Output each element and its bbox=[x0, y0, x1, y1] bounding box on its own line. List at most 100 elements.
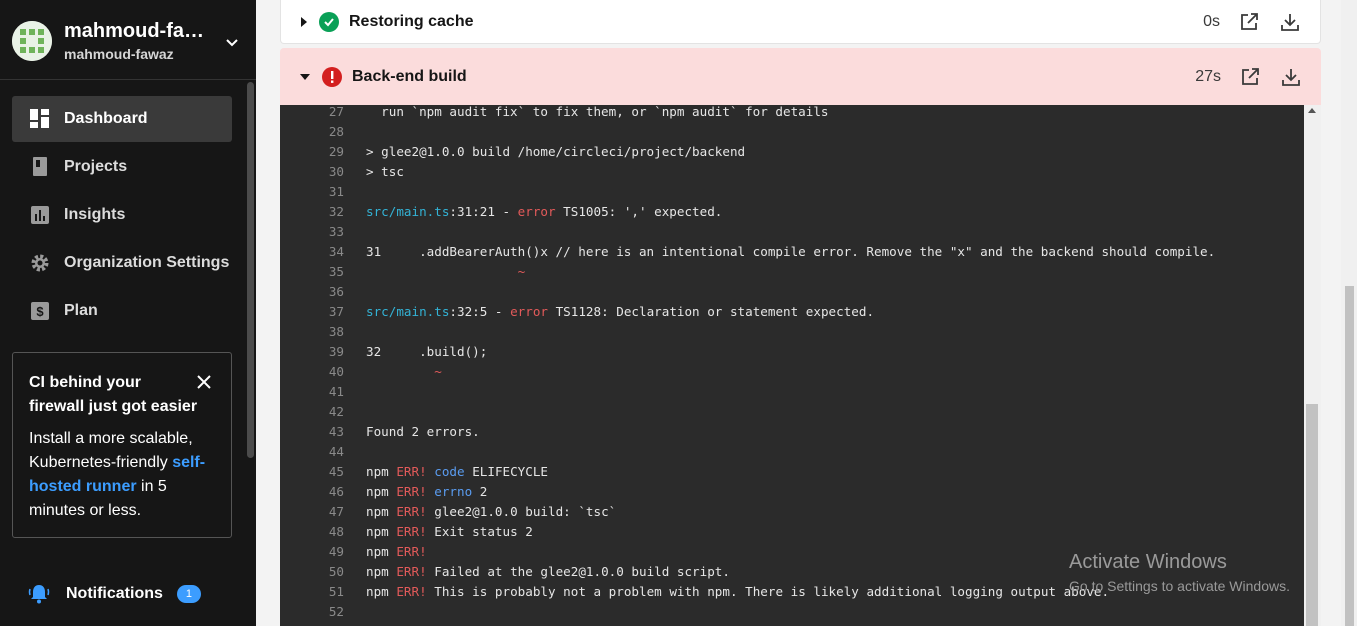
download-icon[interactable] bbox=[1279, 65, 1303, 89]
log-line: 42 bbox=[280, 402, 1302, 422]
log-line-number: 45 bbox=[328, 464, 344, 479]
open-external-icon[interactable] bbox=[1238, 65, 1262, 89]
log-line: 44 bbox=[280, 442, 1302, 462]
log-line-text: npm ERR! errno 2 bbox=[366, 482, 487, 502]
log-token: Failed at the glee2@1.0.0 build script. bbox=[426, 564, 730, 579]
step-restoring-cache[interactable]: Restoring cache 0s bbox=[280, 0, 1321, 44]
svg-text:$: $ bbox=[36, 304, 44, 319]
nav-item-projects[interactable]: Projects bbox=[12, 144, 232, 190]
org-avatar bbox=[12, 21, 52, 61]
log-line-text: > glee2@1.0.0 build /home/circleci/proje… bbox=[366, 142, 745, 162]
log-line-number: 50 bbox=[328, 564, 344, 579]
log-token: - bbox=[487, 304, 511, 319]
log-line: 37 src/main.ts:32:5 - error TS1128: Decla… bbox=[280, 302, 1302, 322]
log-line-number: 36 bbox=[328, 284, 344, 299]
error-exclamation-icon bbox=[322, 66, 342, 87]
log-line-number: 30 bbox=[328, 164, 344, 179]
notifications-count-badge: 1 bbox=[176, 585, 201, 603]
dollar-icon: $ bbox=[30, 301, 50, 321]
notifications-button[interactable]: Notifications 1 bbox=[28, 580, 228, 608]
log-token: 32 .build(); bbox=[366, 344, 488, 359]
log-line-number: 51 bbox=[328, 584, 344, 599]
step-name: Back-end build bbox=[352, 67, 467, 85]
log-token bbox=[366, 364, 434, 379]
log-token bbox=[366, 264, 518, 279]
log-line-number: 42 bbox=[328, 404, 344, 419]
log-line: 34 31 .addBearerAuth()x // here is an int… bbox=[280, 242, 1302, 262]
step-duration: 0s bbox=[1203, 12, 1220, 30]
log-token: npm bbox=[366, 524, 397, 539]
nav-label: Organization Settings bbox=[64, 254, 230, 271]
download-icon[interactable] bbox=[1278, 10, 1302, 34]
nav-item-insights[interactable]: Insights bbox=[12, 192, 232, 238]
log-line-text: src/main.ts:31:21 - error TS1005: ',' ex… bbox=[366, 202, 722, 222]
log-line-number: 48 bbox=[328, 524, 344, 539]
log-line-text: ~ bbox=[366, 362, 442, 382]
log-line-number: 37 bbox=[328, 304, 344, 319]
log-token: ELIFECYCLE bbox=[464, 464, 549, 479]
nav-label: Projects bbox=[64, 158, 128, 175]
log-token: ERR! bbox=[396, 564, 427, 579]
step-back-end-build[interactable]: Back-end build 27s bbox=[280, 48, 1321, 105]
log-token: src/main.ts bbox=[366, 304, 450, 319]
log-token: This is probably not a problem with npm.… bbox=[426, 584, 1110, 599]
promo-title: CI behind your firewall just got easier bbox=[29, 374, 198, 415]
sidebar-scrollbar[interactable] bbox=[247, 82, 254, 458]
main-content: Restoring cache 0s Back-end build 27s 27… bbox=[256, 0, 1357, 626]
org-switcher[interactable]: mahmoud-faw... mahmoud-fawaz bbox=[0, 0, 256, 80]
log-token: npm bbox=[366, 464, 397, 479]
log-line-text: npm ERR! bbox=[366, 542, 427, 562]
log-token: code bbox=[426, 464, 465, 479]
bell-icon bbox=[28, 585, 50, 604]
log-line-number: 46 bbox=[328, 484, 344, 499]
log-line-number: 52 bbox=[328, 604, 344, 619]
nav-item-plan[interactable]: $ Plan bbox=[12, 288, 232, 334]
log-line-text: npm ERR! Failed at the glee2@1.0.0 build… bbox=[366, 562, 730, 582]
log-line-number: 32 bbox=[328, 204, 344, 219]
gear-icon bbox=[30, 253, 50, 273]
log-token: Exit status 2 bbox=[426, 524, 533, 539]
sidebar: mahmoud-faw... mahmoud-fawaz Dashboard P… bbox=[0, 0, 256, 626]
log-token: ERR! bbox=[396, 524, 427, 539]
log-line: 48 npm ERR! Exit status 2 bbox=[280, 522, 1302, 542]
log-token: ERR! bbox=[396, 544, 427, 559]
log-token: src/main.ts bbox=[366, 204, 450, 219]
log-line-number: 47 bbox=[328, 504, 344, 519]
log-line: 52 bbox=[280, 602, 1302, 622]
log-line-text: src/main.ts:32:5 - error TS1128: Declara… bbox=[366, 302, 874, 322]
log-line: 40 ~ bbox=[280, 362, 1302, 382]
log-token: :32:5 bbox=[449, 304, 488, 319]
nav-label: Insights bbox=[64, 206, 126, 223]
log-token: error bbox=[510, 304, 548, 319]
chevron-down-icon[interactable] bbox=[222, 32, 242, 52]
nav-item-organization-settings[interactable]: Organization Settings bbox=[12, 240, 232, 286]
watermark-title: Activate Windows bbox=[1069, 551, 1227, 573]
log-token: ERR! bbox=[396, 584, 427, 599]
scroll-up-arrow-icon[interactable] bbox=[1308, 108, 1316, 113]
build-log-output[interactable]: 27 run `npm audit fix` to fix them, or `… bbox=[280, 105, 1321, 626]
log-line-text: npm ERR! code ELIFECYCLE bbox=[366, 462, 548, 482]
log-line-number: 44 bbox=[328, 444, 344, 459]
open-external-icon[interactable] bbox=[1237, 10, 1261, 34]
log-token: ~ bbox=[434, 364, 442, 379]
close-icon[interactable] bbox=[195, 373, 213, 391]
log-token: :31:21 bbox=[449, 204, 495, 219]
log-token: Found 2 errors. bbox=[366, 424, 480, 439]
log-line: 28 bbox=[280, 122, 1302, 142]
success-check-icon bbox=[319, 11, 339, 32]
log-token: ERR! bbox=[396, 484, 427, 499]
log-line-text: Found 2 errors. bbox=[366, 422, 480, 442]
log-line: 30 > tsc bbox=[280, 162, 1302, 182]
log-token: ERR! bbox=[396, 464, 427, 479]
nav-item-dashboard[interactable]: Dashboard bbox=[12, 96, 232, 142]
notifications-label: Notifications bbox=[66, 585, 163, 602]
expand-arrow-icon[interactable] bbox=[301, 16, 307, 27]
page-scrollbar-thumb[interactable] bbox=[1345, 286, 1354, 626]
log-line: 27 run `npm audit fix` to fix them, or `… bbox=[280, 105, 1302, 122]
log-line-number: 41 bbox=[328, 384, 344, 399]
log-scrollbar-thumb[interactable] bbox=[1306, 404, 1318, 626]
log-line-text: npm ERR! Exit status 2 bbox=[366, 522, 533, 542]
collapse-arrow-icon[interactable] bbox=[300, 73, 310, 80]
runner-promo-card: CI behind your firewall just got easier … bbox=[12, 352, 232, 538]
dashboard-icon bbox=[30, 109, 50, 129]
